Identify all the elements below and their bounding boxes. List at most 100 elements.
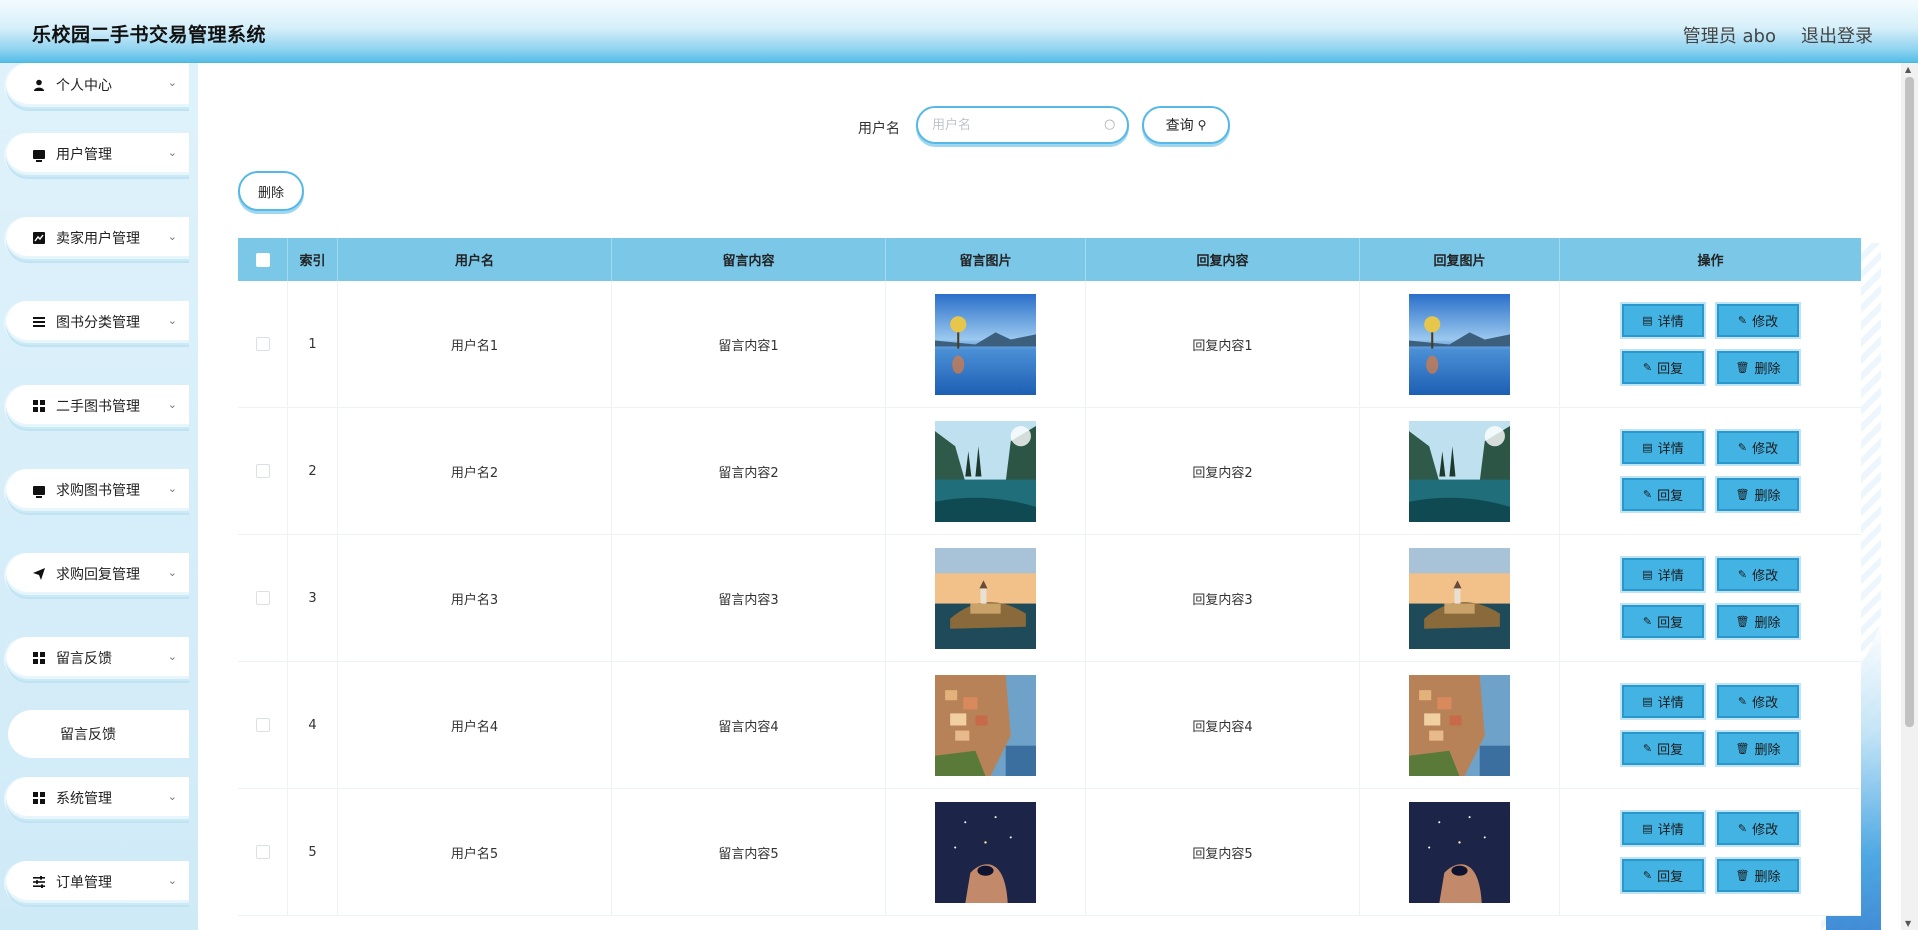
scroll-down-icon[interactable]: ▼ xyxy=(1905,919,1911,928)
sidebar-item-label: 求购图书管理 xyxy=(56,483,140,499)
pencil-icon: ✎ xyxy=(1737,568,1748,581)
sidebar-item-seller-management[interactable]: 卖家用户管理 ⌄ xyxy=(6,217,189,261)
sidebar-item-wanted-replies[interactable]: 求购回复管理 ⌄ xyxy=(6,553,189,597)
scroll-up-icon[interactable]: ▲ xyxy=(1905,65,1911,74)
delete-button[interactable]: 🗑 删除 xyxy=(1717,859,1799,892)
table-row: 2 用户名2 留言内容2 回复内容2 ▤ 详情 ✎ 修改 ✎ 回复 🗑 删除 xyxy=(238,408,1861,535)
detail-button[interactable]: ▤ 详情 xyxy=(1622,812,1704,845)
send-icon xyxy=(32,567,46,581)
pencil-icon: ✎ xyxy=(1642,488,1653,501)
trash-icon: 🗑 xyxy=(1735,742,1750,755)
column-header: 留言图片 xyxy=(886,238,1086,281)
column-header: 用户名 xyxy=(338,238,612,281)
sidebar-item-user-management[interactable]: 用户管理 ⌄ xyxy=(6,133,189,177)
pencil-icon: ✎ xyxy=(1642,361,1653,374)
cliff-village-image xyxy=(935,674,1036,776)
trash-icon: 🗑 xyxy=(1735,488,1750,501)
page-scrollbar[interactable]: ▲ ▼ xyxy=(1901,63,1918,930)
pencil-icon: ✎ xyxy=(1737,822,1748,835)
cell-reply-image xyxy=(1360,662,1560,788)
reply-button[interactable]: ✎ 回复 xyxy=(1622,732,1704,765)
lake-tree-image xyxy=(935,293,1036,395)
delete-button[interactable]: 🗑 删除 xyxy=(1717,478,1799,511)
chevron-down-icon: ⌄ xyxy=(167,398,177,411)
sidebar-item-wanted-books[interactable]: 求购图书管理 ⌄ xyxy=(6,469,189,513)
delete-button[interactable]: 🗑 删除 xyxy=(1717,732,1799,765)
sidebar-item-order-management[interactable]: 订单管理 ⌄ xyxy=(6,861,189,905)
grid-icon xyxy=(32,651,46,665)
cell-reply: 回复内容1 xyxy=(1086,281,1360,407)
row-checkbox[interactable] xyxy=(255,337,270,351)
sidebar-item-personal-center[interactable]: 个人中心 ⌄ xyxy=(6,63,189,109)
night-hand-image xyxy=(1409,801,1510,903)
cell-index: 5 xyxy=(288,789,338,915)
search-icon: ⚲ xyxy=(1197,118,1207,132)
detail-button-label: 详情 xyxy=(1657,696,1684,711)
select-all-checkbox[interactable] xyxy=(255,252,270,267)
edit-button[interactable]: ✎ 修改 xyxy=(1717,304,1799,337)
trash-icon: 🗑 xyxy=(1735,615,1750,628)
chevron-down-icon: ⌄ xyxy=(167,566,177,579)
delete-button[interactable]: 🗑 删除 xyxy=(1717,605,1799,638)
sidebar-item-system-management[interactable]: 系统管理 ⌄ xyxy=(6,777,189,821)
document-icon: ▤ xyxy=(1642,695,1653,708)
table-body: 1 用户名1 留言内容1 回复内容1 ▤ 详情 ✎ 修改 ✎ 回复 🗑 删除 2 用户名… xyxy=(238,281,1861,916)
sidebar-item-feedback[interactable]: 留言反馈 ⌄ xyxy=(6,637,189,681)
reply-button[interactable]: ✎ 回复 xyxy=(1622,351,1704,384)
row-checkbox[interactable] xyxy=(255,845,270,859)
reply-button[interactable]: ✎ 回复 xyxy=(1622,859,1704,892)
detail-button[interactable]: ▤ 详情 xyxy=(1622,304,1704,337)
delete-button-label: 删除 xyxy=(1754,743,1781,758)
table-row: 1 用户名1 留言内容1 回复内容1 ▤ 详情 ✎ 修改 ✎ 回复 🗑 删除 xyxy=(238,281,1861,408)
pencil-icon: ✎ xyxy=(1737,695,1748,708)
scrollbar-thumb[interactable] xyxy=(1905,77,1914,727)
header-select-all xyxy=(238,238,288,281)
sidebar-item-used-books[interactable]: 二手图书管理 ⌄ xyxy=(6,385,189,429)
sidebar-item-category-management[interactable]: 图书分类管理 ⌄ xyxy=(6,301,189,345)
cell-message: 留言内容3 xyxy=(612,535,886,661)
sidebar-subitem-feedback[interactable]: 留言反馈 xyxy=(8,710,189,758)
cell-index: 2 xyxy=(288,408,338,534)
document-icon: ▤ xyxy=(1642,441,1653,454)
cell-message-image xyxy=(886,408,1086,534)
row-checkbox[interactable] xyxy=(255,718,270,732)
column-header: 索引 xyxy=(288,238,338,281)
column-header: 操作 xyxy=(1697,254,1724,269)
cell-message-image xyxy=(886,535,1086,661)
table-row: 5 用户名5 留言内容5 回复内容5 ▤ 详情 ✎ 修改 ✎ 回复 🗑 删除 xyxy=(238,789,1861,916)
cell-message-image xyxy=(886,281,1086,407)
delete-button-label: 删除 xyxy=(1754,362,1781,377)
lake-tree-image xyxy=(1409,293,1510,395)
reply-button[interactable]: ✎ 回复 xyxy=(1622,478,1704,511)
edit-button[interactable]: ✎ 修改 xyxy=(1717,812,1799,845)
reply-button-label: 回复 xyxy=(1657,362,1684,377)
column-header: 留言内容 xyxy=(612,238,886,281)
cell-reply: 回复内容4 xyxy=(1086,662,1360,788)
edit-button[interactable]: ✎ 修改 xyxy=(1717,558,1799,591)
edit-button[interactable]: ✎ 修改 xyxy=(1717,685,1799,718)
cell-username: 用户名2 xyxy=(338,408,612,534)
cell-username: 用户名3 xyxy=(338,535,612,661)
document-icon: ▤ xyxy=(1642,568,1653,581)
chevron-down-icon: ⌄ xyxy=(167,76,177,89)
cell-actions: ▤ 详情 ✎ 修改 ✎ 回复 🗑 删除 xyxy=(1560,789,1861,915)
row-checkbox[interactable] xyxy=(255,464,270,478)
detail-button[interactable]: ▤ 详情 xyxy=(1622,685,1704,718)
reply-button[interactable]: ✎ 回复 xyxy=(1622,605,1704,638)
detail-button[interactable]: ▤ 详情 xyxy=(1622,558,1704,591)
query-button[interactable]: 查询 ⚲ xyxy=(1142,106,1230,144)
row-checkbox[interactable] xyxy=(255,591,270,605)
search-input[interactable] xyxy=(916,106,1129,144)
reply-button-label: 回复 xyxy=(1657,743,1684,758)
cell-actions: ▤ 详情 ✎ 修改 ✎ 回复 🗑 删除 xyxy=(1560,535,1861,661)
batch-delete-button[interactable]: 删除 xyxy=(238,171,304,211)
detail-button[interactable]: ▤ 详情 xyxy=(1622,431,1704,464)
delete-button-label: 删除 xyxy=(1754,870,1781,885)
edit-button[interactable]: ✎ 修改 xyxy=(1717,431,1799,464)
delete-button[interactable]: 🗑 删除 xyxy=(1717,351,1799,384)
sidebar-item-label: 系统管理 xyxy=(56,791,112,807)
pencil-icon: ✎ xyxy=(1737,441,1748,454)
chevron-down-icon: ⌄ xyxy=(167,314,177,327)
logout-link[interactable]: 退出登录 xyxy=(1801,22,1873,48)
chart-icon xyxy=(32,231,46,245)
